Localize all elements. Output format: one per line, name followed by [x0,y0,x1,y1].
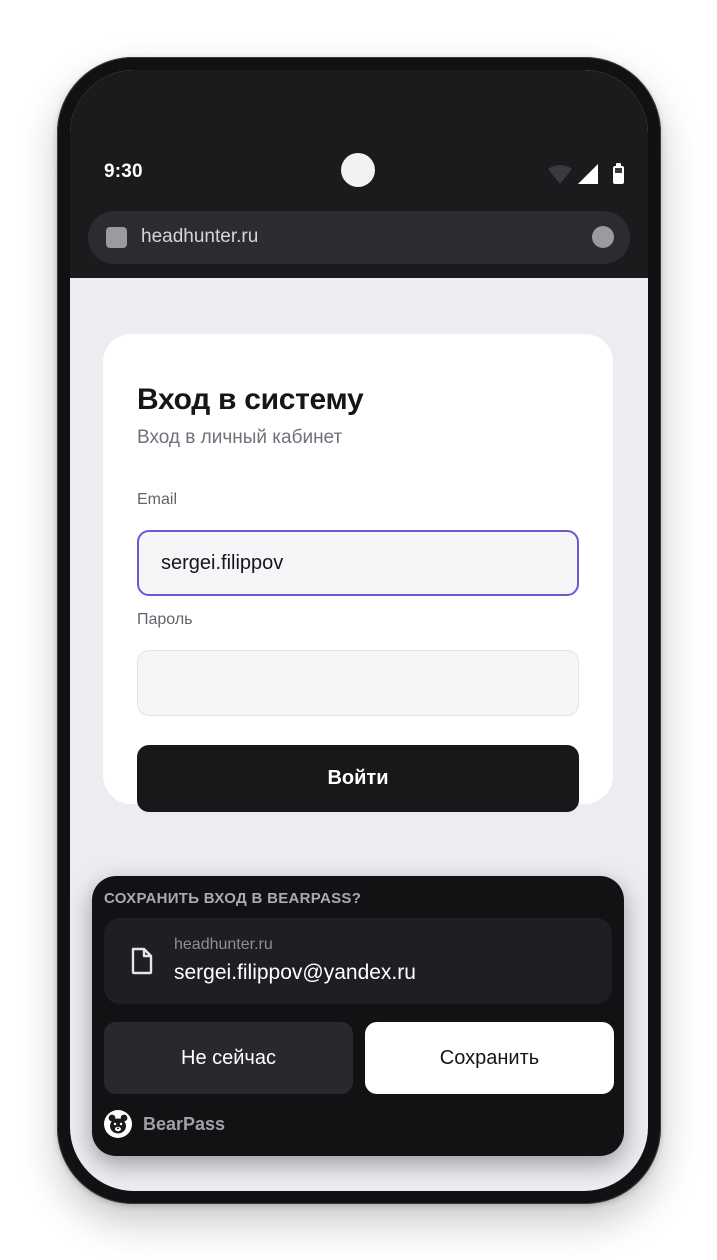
save-button[interactable]: Сохранить [365,1022,614,1094]
email-label: Email [137,491,178,508]
front-camera [341,153,375,187]
phone-screen: 9:30 headhunter.ru Вход в систему Вход в… [70,70,648,1191]
email-field[interactable] [137,530,579,596]
not-now-button[interactable]: Не сейчас [104,1022,353,1094]
wifi-icon [548,165,572,184]
address-bar[interactable]: headhunter.ru [88,211,630,264]
site-info-icon[interactable] [106,227,127,248]
brand-name: BearPass [143,1114,226,1134]
credential-username: sergei.filippov@yandex.ru [174,961,416,984]
credential-site: headhunter.ru [174,936,273,953]
page-title: Вход в систему [137,383,364,416]
browser-menu-icon[interactable] [592,226,614,248]
phone-frame: 9:30 headhunter.ru Вход в систему Вход в… [57,57,661,1204]
password-field[interactable] [137,650,579,716]
password-label: Пароль [137,611,193,628]
login-button[interactable]: Войти [137,745,579,812]
bear-logo-icon [104,1110,132,1138]
login-card: Вход в систему Вход в личный кабинет Ema… [103,334,613,812]
document-icon [131,947,153,975]
sheet-heading: СОХРАНИТЬ ВХОД В BEARPASS? [104,890,362,907]
credential-card: headhunter.ru sergei.filippov@yandex.ru [104,918,612,1004]
browser-chrome: 9:30 headhunter.ru [70,70,648,278]
bearpass-save-sheet: СОХРАНИТЬ ВХОД В BEARPASS? headhunter.ru… [92,876,624,1156]
status-time: 9:30 [104,161,143,182]
status-icons [548,163,624,184]
url-text: headhunter.ru [141,226,259,247]
page-subtitle: Вход в личный кабинет [137,427,343,448]
signal-icon [578,164,598,184]
